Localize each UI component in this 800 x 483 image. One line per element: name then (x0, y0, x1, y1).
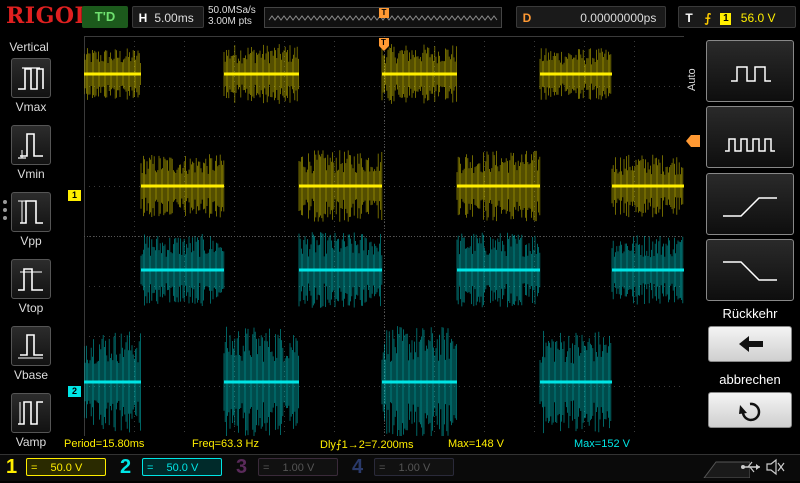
sidebar-item-vpp: Vpp (20, 234, 42, 248)
ch3-number[interactable]: 3 (236, 455, 247, 479)
ch4-scale-box[interactable]: = 1.00 V (374, 458, 454, 476)
single-period-icon (731, 66, 771, 82)
ch3-scale-box[interactable]: = 1.00 V (258, 458, 338, 476)
horizontal-tag: H (138, 11, 148, 25)
ch1-offset-marker[interactable]: 1 (68, 190, 81, 201)
measure-vbase-button[interactable] (11, 326, 51, 366)
measurement-period: Period=15.80ms (64, 438, 145, 450)
sidebar-item-vtop: Vtop (18, 301, 44, 315)
rising-edge-button[interactable] (706, 173, 794, 235)
delay-box[interactable]: D 0.00000000ps (516, 6, 666, 28)
measure-vmin-button[interactable] (11, 125, 51, 165)
rising-edge-icon (723, 197, 777, 217)
trigger-level-value: 56.0 V (740, 11, 776, 25)
single-period-button[interactable] (706, 40, 794, 102)
ch3-coupling: = (263, 462, 270, 474)
ch1-scale-box[interactable]: = 50.0 V (26, 458, 106, 476)
cancel-label: abbrechen (719, 372, 781, 387)
ch4-number[interactable]: 4 (352, 455, 363, 479)
measure-vmax-button[interactable] (11, 58, 51, 98)
waveform-display[interactable] (84, 36, 684, 436)
ch3-scale: 1.00 V (282, 462, 315, 474)
speaker-muted-icon[interactable] (764, 457, 786, 477)
measurement-frequency: Freq=63.3 Hz (192, 438, 259, 450)
sidebar-item-vamp: Vamp (15, 435, 47, 449)
multi-period-button[interactable] (706, 106, 794, 168)
ch2-trace-high (140, 232, 684, 308)
measure-vtop-button[interactable] (11, 259, 51, 299)
back-button[interactable] (708, 326, 792, 362)
trigger-source-badge: 1 (720, 13, 732, 25)
timebase-value: 5.00ms (154, 11, 194, 25)
ch2-offset-marker[interactable]: 2 (68, 386, 81, 397)
ch1-coupling: = (31, 462, 38, 474)
memory-trigger-marker: T (379, 8, 389, 18)
sidebar-title: Vertical (9, 40, 49, 54)
measure-vpp-button[interactable] (11, 192, 51, 232)
falling-edge-button[interactable] (706, 239, 794, 301)
cancel-button[interactable] (708, 392, 792, 428)
sidebar-item-vmax: Vmax (15, 100, 47, 114)
trigger-position-marker[interactable]: T (379, 38, 389, 54)
ch4-coupling: = (379, 462, 386, 474)
usb-icon (740, 458, 762, 476)
measurement-ch1-max: Max=148 V (448, 438, 504, 450)
sample-rate: 50.0MSa/s (208, 5, 256, 16)
sidebar-item-vmin: Vmin (17, 167, 45, 181)
ch1-trace-high (84, 44, 612, 104)
rising-edge-trigger-icon: ⨍ (704, 11, 712, 25)
vamp-icon (18, 401, 43, 425)
trigger-box[interactable]: T ⨍ 1 56.0 V (678, 6, 796, 28)
vpp-icon (18, 200, 43, 224)
ch2-scale: 50.0 V (166, 462, 199, 474)
ch2-number[interactable]: 2 (120, 455, 131, 479)
memory-depth: 3.00M pts (208, 16, 252, 27)
measure-vamp-button[interactable] (11, 393, 51, 433)
ch1-scale: 50.0 V (50, 462, 83, 474)
vtop-icon (18, 268, 43, 291)
vmax-icon (18, 67, 44, 90)
arrow-left-icon (739, 336, 763, 352)
ch4-scale: 1.00 V (398, 462, 431, 474)
back-label: Rückkehr (722, 306, 778, 321)
timebase-box[interactable]: H 5.00ms (132, 6, 204, 28)
ch1-trace-low (140, 150, 684, 222)
auto-mode-label: Auto (686, 68, 698, 92)
ch2-scale-box[interactable]: = 50.0 V (142, 458, 222, 476)
undo-icon (739, 402, 761, 422)
sidebar-item-vbase: Vbase (13, 368, 49, 382)
vmin-icon (18, 133, 43, 159)
measurement-ch2-max: Max=152 V (574, 438, 630, 450)
vbase-icon (18, 334, 43, 359)
delay-tag: D (522, 11, 532, 25)
ch1-number[interactable]: 1 (6, 455, 17, 479)
run-status-badge[interactable]: T'D (82, 6, 128, 28)
delay-value: 0.00000000ps (580, 11, 657, 25)
trigger-tag: T (685, 11, 693, 25)
measurement-delay: Dly⨍1→2=7.200ms (320, 439, 414, 451)
memory-overview-bar[interactable]: T (264, 7, 502, 28)
multi-period-icon (725, 138, 775, 152)
falling-edge-icon (723, 261, 777, 281)
ch2-trace-low (84, 326, 612, 436)
acquisition-info: 50.0MSa/s 3.00M pts (208, 5, 256, 27)
brand-logo: RIGOL (6, 3, 91, 29)
ch2-coupling: = (147, 462, 154, 474)
